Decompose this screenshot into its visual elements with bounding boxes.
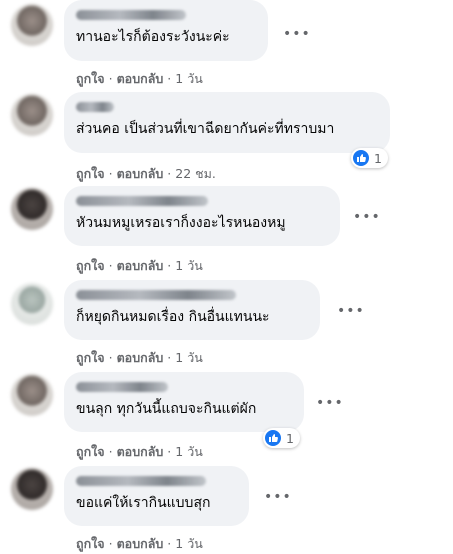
comment-text: ทานอะไรก็ต้องระวังนะค่ะ [76, 29, 230, 45]
timestamp[interactable]: 1 วัน [175, 71, 203, 86]
comment-actions: ถูกใจ · ตอบกลับ · 1 วัน [76, 348, 203, 368]
comment-text: ก็หยุดกินหมดเรื่อง กินอื่นแทนนะ [76, 309, 270, 325]
separator: · [108, 444, 113, 459]
more-options-icon[interactable]: ••• [337, 304, 364, 320]
comment-actions: ถูกใจ · ตอบกลับ · 22 ชม. [76, 164, 216, 184]
separator: · [167, 71, 172, 86]
like-link[interactable]: ถูกใจ [76, 444, 105, 459]
comment-bubble: ขอแค่ให้เรากินแบบสุก [64, 466, 249, 526]
reply-link[interactable]: ตอบกลับ [117, 166, 164, 181]
like-link[interactable]: ถูกใจ [76, 71, 105, 86]
like-link[interactable]: ถูกใจ [76, 536, 105, 551]
more-options-icon[interactable]: ••• [264, 490, 291, 506]
separator: · [167, 166, 172, 181]
avatar[interactable] [11, 374, 53, 416]
timestamp[interactable]: 22 ชม. [175, 166, 216, 181]
like-link[interactable]: ถูกใจ [76, 350, 105, 365]
comment-actions: ถูกใจ · ตอบกลับ · 1 วัน [76, 69, 203, 89]
reply-link[interactable]: ตอบกลับ [117, 536, 164, 551]
reaction-count[interactable]: 1 [263, 428, 300, 448]
comment-actions: ถูกใจ · ตอบกลับ · 1 วัน [76, 534, 203, 554]
commenter-name[interactable] [76, 196, 208, 206]
more-options-icon[interactable]: ••• [316, 396, 343, 412]
comment-bubble: ขนลุก ทุกวันนี้แถบจะกินแต่ผัก [64, 372, 304, 432]
like-link[interactable]: ถูกใจ [76, 258, 105, 273]
separator: · [108, 71, 113, 86]
more-options-icon[interactable]: ••• [353, 210, 380, 226]
avatar[interactable] [11, 94, 53, 136]
separator: · [167, 444, 172, 459]
commenter-name[interactable] [76, 290, 236, 300]
separator: · [108, 166, 113, 181]
separator: · [108, 536, 113, 551]
commenter-name[interactable] [76, 476, 206, 486]
commenter-name[interactable] [76, 382, 168, 392]
thumbs-up-icon [265, 430, 281, 446]
comment-bubble: ทานอะไรก็ต้องระวังนะค่ะ [64, 0, 268, 61]
comment-text: ขอแค่ให้เรากินแบบสุก [76, 495, 211, 511]
comment-text: หัวนมหมูเหรอเราก็งงอะไรหนองหมู [76, 215, 286, 231]
thumbs-up-icon [353, 150, 369, 166]
comment-text: ส่วนคอ เป็นส่วนที่เขาฉีดยากันค่ะที่ทราบม… [76, 121, 335, 137]
timestamp[interactable]: 1 วัน [175, 536, 203, 551]
reply-link[interactable]: ตอบกลับ [117, 350, 164, 365]
timestamp[interactable]: 1 วัน [175, 350, 203, 365]
commenter-name[interactable] [76, 102, 114, 112]
comment-bubble: ส่วนคอ เป็นส่วนที่เขาฉีดยากันค่ะที่ทราบม… [64, 92, 390, 153]
reaction-count[interactable]: 1 [351, 148, 388, 168]
like-link[interactable]: ถูกใจ [76, 166, 105, 181]
comment-actions: ถูกใจ · ตอบกลับ · 1 วัน [76, 442, 203, 462]
avatar[interactable] [11, 468, 53, 510]
separator: · [108, 350, 113, 365]
separator: · [167, 350, 172, 365]
more-options-icon[interactable]: ••• [283, 27, 310, 43]
comment-actions: ถูกใจ · ตอบกลับ · 1 วัน [76, 256, 203, 276]
reply-link[interactable]: ตอบกลับ [117, 258, 164, 273]
reaction-number: 1 [374, 150, 382, 166]
reaction-number: 1 [286, 430, 294, 446]
comment-text: ขนลุก ทุกวันนี้แถบจะกินแต่ผัก [76, 401, 257, 417]
reply-link[interactable]: ตอบกลับ [117, 444, 164, 459]
avatar[interactable] [11, 188, 53, 230]
timestamp[interactable]: 1 วัน [175, 444, 203, 459]
separator: · [108, 258, 113, 273]
avatar[interactable] [11, 4, 53, 46]
separator: · [167, 536, 172, 551]
commenter-name[interactable] [76, 10, 186, 20]
timestamp[interactable]: 1 วัน [175, 258, 203, 273]
comment-bubble: ก็หยุดกินหมดเรื่อง กินอื่นแทนนะ [64, 280, 320, 340]
separator: · [167, 258, 172, 273]
avatar[interactable] [11, 283, 53, 325]
comment-bubble: หัวนมหมูเหรอเราก็งงอะไรหนองหมู [64, 186, 340, 246]
reply-link[interactable]: ตอบกลับ [117, 71, 164, 86]
